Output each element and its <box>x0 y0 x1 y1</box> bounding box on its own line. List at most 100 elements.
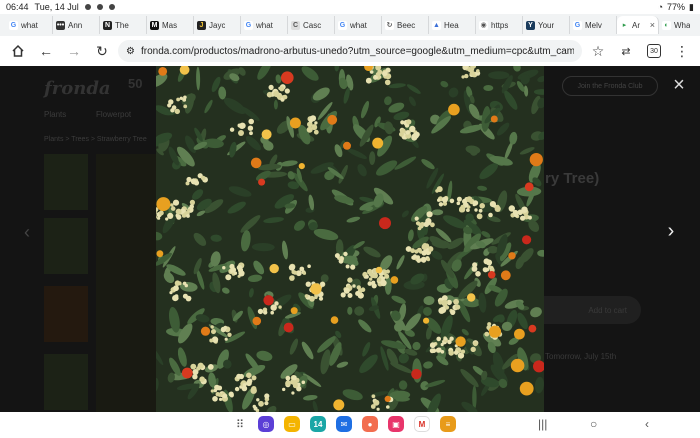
tab-label: Melv <box>585 20 602 30</box>
product-thumbnail[interactable] <box>44 154 88 210</box>
menu-icon[interactable]: ⋮ <box>670 39 694 63</box>
fruit <box>289 117 301 129</box>
battery-icon: ▮ <box>689 1 694 12</box>
strawberry-tree-photo <box>156 66 544 412</box>
browser-tab[interactable]: N The <box>100 16 147 34</box>
home-nav-icon[interactable]: ○ <box>590 417 597 431</box>
tab-favicon-icon: N <box>103 20 112 30</box>
close-tab-icon[interactable]: × <box>650 20 655 30</box>
fruit <box>379 217 391 230</box>
notes-app-icon[interactable]: ▭ <box>284 416 300 432</box>
browser-tab[interactable]: ↻ Beec <box>382 16 429 34</box>
battery-text: 77% <box>667 2 686 12</box>
fruit <box>156 197 171 212</box>
browser-tab[interactable]: Gwhat <box>335 16 382 34</box>
screen-recorder-app-icon[interactable]: ▣ <box>388 416 404 432</box>
product-thumbnail[interactable] <box>44 286 88 342</box>
address-bar[interactable]: ⚙ fronda.com/productos/madrono-arbutus-u… <box>118 40 582 62</box>
fruit <box>263 295 274 306</box>
fruit <box>514 328 525 340</box>
app-drawer-icon[interactable]: ⠿ <box>232 416 248 432</box>
lightbox-image <box>156 66 544 412</box>
fruit <box>522 235 532 245</box>
fruit <box>158 67 168 76</box>
tab-favicon-icon: J <box>197 20 206 30</box>
fruit <box>290 307 298 315</box>
back-nav-icon[interactable]: ‹ <box>645 417 649 431</box>
bookmark-star-icon[interactable]: ☆ <box>586 39 610 63</box>
breadcrumb: Plants > Trees > Strawberry Tree <box>44 136 147 143</box>
fruit <box>261 129 272 140</box>
fruit <box>330 316 339 324</box>
home-icon[interactable] <box>6 39 30 63</box>
notification-icon <box>96 4 103 10</box>
tab-favicon-icon: Y <box>526 20 535 30</box>
nav-plants[interactable]: Plants <box>44 110 66 119</box>
tab-label: Ann <box>68 20 83 30</box>
tab-label: Ar <box>632 20 640 30</box>
translate-icon[interactable]: ⇄ <box>614 39 638 63</box>
browser-tab[interactable]: J Jayc <box>194 16 241 34</box>
wifi-icon: ◔ <box>657 2 664 12</box>
status-bar: 06:44 Tue, 14 Jul ◔ 77% ▮ <box>0 0 700 14</box>
lightbox-next-icon[interactable]: › <box>660 220 682 250</box>
tab-label: Casc <box>303 20 322 30</box>
fruit <box>281 71 294 84</box>
tab-label: Beec <box>397 20 416 30</box>
browser-tab[interactable]: ◉ https <box>476 16 523 34</box>
fruit <box>411 368 422 380</box>
browser-tab[interactable]: Y Your <box>523 16 570 34</box>
fruit <box>181 367 193 379</box>
stack-app-icon[interactable]: ≡ <box>440 416 456 432</box>
browser-tab[interactable]: C Casc <box>288 16 335 34</box>
tab-favicon-icon: G <box>338 20 347 30</box>
fruit <box>488 325 502 338</box>
nav-flowerpot[interactable]: Flowerpot <box>96 110 131 119</box>
add-to-cart-button[interactable]: Add to cart <box>527 296 641 324</box>
browser-tab[interactable]: ▲ Hea <box>429 16 476 34</box>
product-thumbnail[interactable] <box>44 354 88 410</box>
tab-label: what <box>256 20 273 30</box>
back-icon[interactable]: ← <box>34 39 58 63</box>
browser-tab[interactable]: Gwhat <box>241 16 288 34</box>
fruit <box>384 395 391 402</box>
tab-favicon-icon: G <box>244 20 253 30</box>
fruit <box>310 283 322 295</box>
internet-app-icon[interactable]: ◎ <box>258 416 274 432</box>
tab-label: what <box>350 20 367 30</box>
calendar-app-icon[interactable]: 14 <box>310 416 326 432</box>
fruit <box>528 324 537 333</box>
browser-toolbar: ← → ↻ ⚙ fronda.com/productos/madrono-arb… <box>0 36 700 66</box>
tab-label: Hea <box>444 20 459 30</box>
site-logo: fronda <box>44 78 111 99</box>
lightbox-close-icon[interactable]: × <box>668 74 690 96</box>
recents-icon[interactable]: ||| <box>538 417 547 431</box>
reload-icon[interactable]: ↻ <box>90 39 114 63</box>
tab-count: 30 <box>647 44 661 58</box>
gmail-app-icon[interactable]: M <box>414 416 430 432</box>
lightbox-prev-icon[interactable]: ‹ <box>18 222 36 250</box>
messages-app-icon[interactable]: ✉ <box>336 416 352 432</box>
status-date: Tue, 14 Jul <box>34 2 79 12</box>
leaf <box>488 71 510 80</box>
browser-tab[interactable]: ••• Ann <box>53 16 100 34</box>
browser-tab[interactable]: M Mas <box>147 16 194 34</box>
browser-tab[interactable]: ◐ Wha <box>659 16 700 34</box>
tab-switcher-button[interactable]: 30 <box>642 39 666 63</box>
browser-tab[interactable]: Gwhat <box>6 16 53 34</box>
tab-favicon-icon: G <box>573 20 582 30</box>
fruit <box>269 263 279 274</box>
contacts-app-icon[interactable]: ● <box>362 416 378 432</box>
browser-tab[interactable]: G Melv <box>570 16 617 34</box>
fruit <box>490 115 498 123</box>
forward-icon[interactable]: → <box>62 39 86 63</box>
tab-label: Mas <box>162 20 178 30</box>
tab-label: The <box>115 20 129 30</box>
fruit <box>455 336 466 347</box>
join-club-button[interactable]: Join the Fronda Club <box>562 76 658 96</box>
product-thumbnail[interactable] <box>44 218 88 274</box>
browser-tab[interactable]: ▸ Ar × <box>617 16 659 34</box>
fruit <box>423 317 430 324</box>
fruit <box>372 137 384 149</box>
site-settings-icon[interactable]: ⚙ <box>126 46 135 57</box>
